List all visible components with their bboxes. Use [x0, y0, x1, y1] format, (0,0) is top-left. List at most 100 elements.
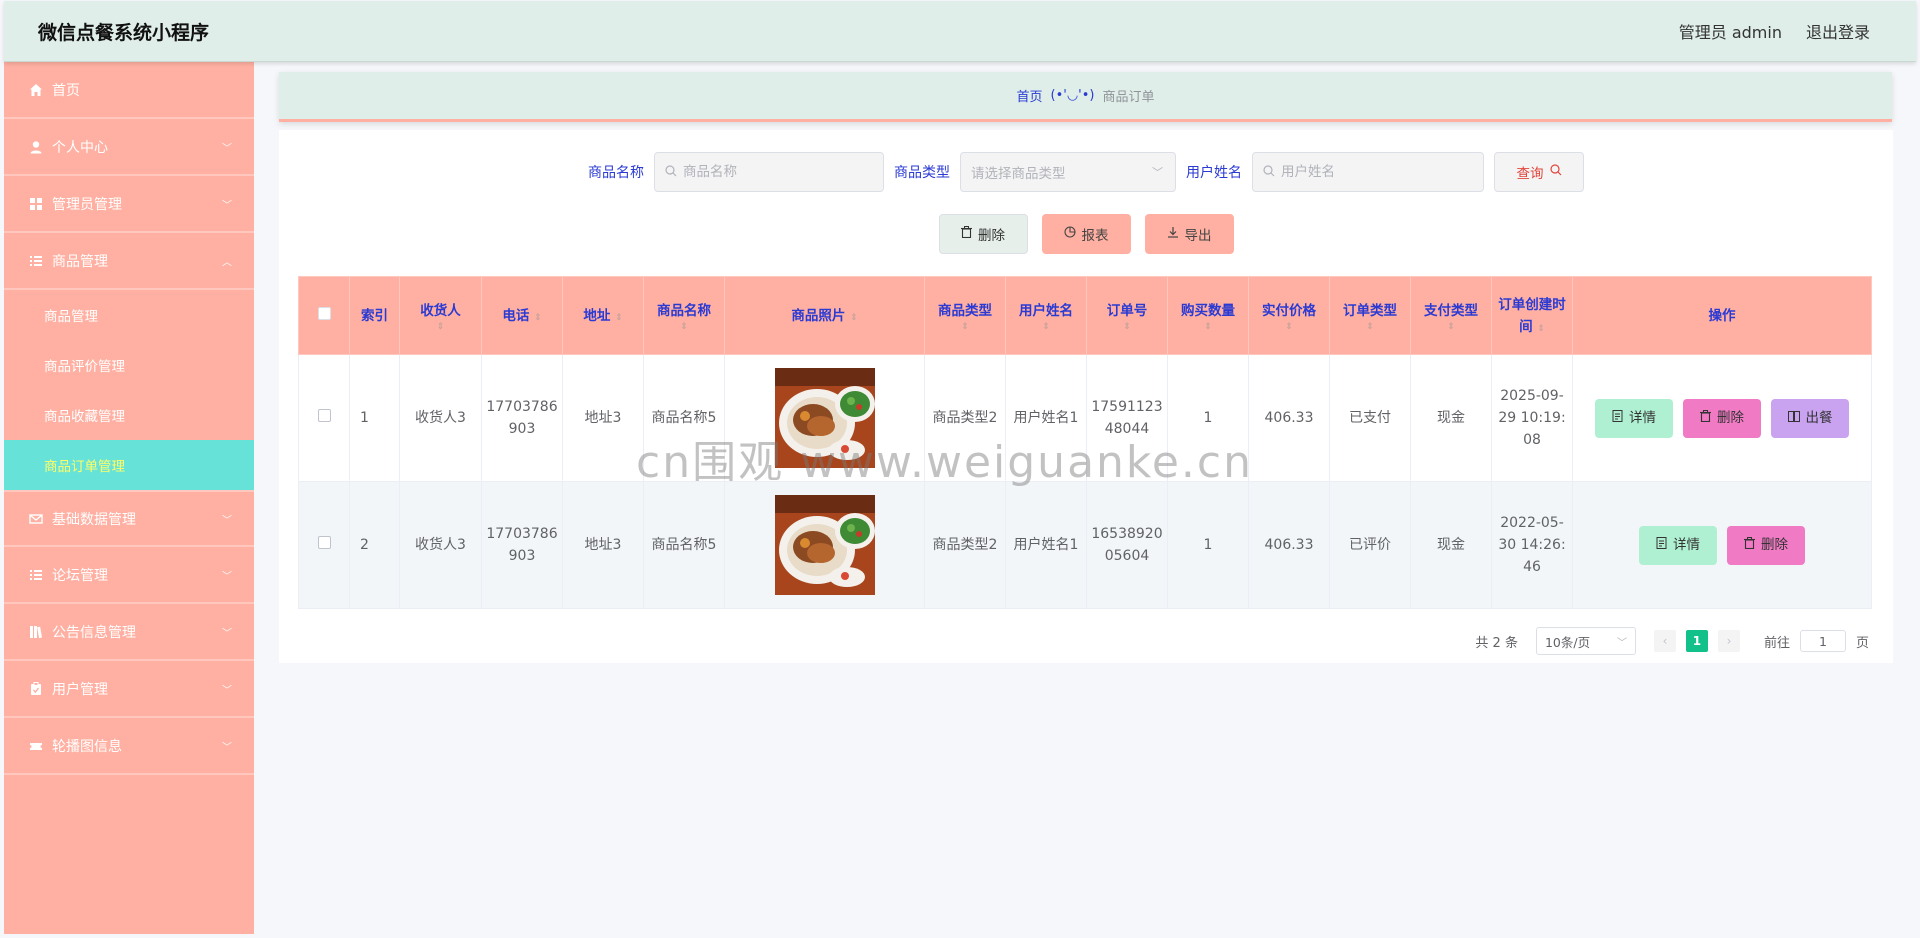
row-delete-button-label: 删除 [1761, 537, 1788, 553]
sidebar-subitem-label: 商品订单管理 [44, 459, 125, 475]
page-size-select[interactable]: 10条/页 ﹀ [1535, 627, 1636, 655]
chevron-down-icon: ﹀ [222, 571, 232, 582]
sort-icon[interactable]: ⇕ [1168, 322, 1248, 332]
sort-icon[interactable]: ⇕ [1006, 322, 1086, 332]
cell-index: 1 [349, 354, 400, 482]
row-delete-button[interactable]: 删除 [1727, 525, 1805, 565]
sidebar-subitem-product-orders[interactable]: 商品订单管理 [4, 440, 254, 490]
top-header: 微信点餐系统小程序 管理员 admin 退出登录 [4, 1, 1916, 62]
sort-icon[interactable]: ⇕ [534, 313, 542, 323]
sidebar-item-label: 管理员管理 [52, 196, 122, 213]
goto-page-input[interactable]: 1 [1799, 630, 1846, 652]
detail-button-label: 详情 [1629, 410, 1656, 426]
sidebar-item-notice[interactable]: 公告信息管理 ﹀ [4, 604, 254, 661]
column-header[interactable]: 支付类型 ⇕ [1410, 276, 1492, 355]
column-header[interactable]: 电话 ⇕ [481, 276, 563, 355]
sort-icon[interactable]: ⇕ [1330, 322, 1410, 332]
export-button-label: 导出 [1184, 228, 1212, 244]
column-header[interactable]: 商品类型 ⇕ [924, 276, 1006, 355]
column-label: 商品名称 [657, 302, 711, 319]
sort-icon[interactable]: ⇕ [615, 313, 623, 323]
column-header[interactable]: 购买数量 ⇕ [1167, 276, 1249, 355]
column-label: 支付类型 [1424, 302, 1478, 319]
logout-button[interactable]: 退出登录 [1806, 19, 1870, 43]
report-button-label: 报表 [1081, 228, 1109, 244]
sort-icon[interactable]: ⇕ [400, 322, 481, 332]
sort-icon[interactable]: ⇕ [850, 313, 858, 323]
sidebar-subitem-product-favorites[interactable]: 商品收藏管理 [4, 390, 254, 440]
chevron-up-icon: ︿ [222, 257, 232, 268]
search-icon [665, 164, 677, 180]
query-button-label: 查询 [1516, 166, 1544, 182]
sort-icon[interactable]: ⇕ [1537, 324, 1545, 334]
breadcrumb-home[interactable]: 首页 [1016, 86, 1042, 105]
detail-button[interactable]: 详情 [1595, 398, 1673, 438]
user-name-input[interactable] [1281, 164, 1473, 180]
sidebar-item-admin-management[interactable]: 管理员管理 ﹀ [4, 176, 254, 233]
content-panel: 商品名称 商品类型 请选择商品类型 ﹀ 用户姓名 查询 [279, 130, 1893, 663]
serve-button[interactable]: 出餐 [1771, 398, 1849, 438]
row-checkbox[interactable] [317, 536, 331, 549]
sidebar-item-product-management[interactable]: 商品管理 ︿ [4, 233, 254, 290]
main-content: 首页 (•'◡'•) 商品订单 商品名称 商品类型 请选择商品类型 ﹀ 用户姓名 [254, 62, 1920, 938]
report-button[interactable]: 报表 [1041, 214, 1131, 254]
sidebar-item-forum[interactable]: 论坛管理 ﹀ [4, 547, 254, 604]
book-open-icon [1787, 407, 1800, 429]
query-button[interactable]: 查询 [1494, 152, 1584, 192]
column-header[interactable]: 商品照片 ⇕ [724, 276, 925, 355]
sort-icon[interactable]: ⇕ [1411, 322, 1491, 332]
sort-icon[interactable]: ⇕ [925, 322, 1005, 332]
prev-page-button[interactable]: ‹ [1653, 630, 1676, 652]
cell-order-type: 已支付 [1329, 354, 1411, 482]
page-size-value: 10条/页 [1544, 634, 1591, 650]
page-unit-label: 页 [1855, 635, 1869, 651]
column-label: 地址 [583, 307, 611, 324]
cell-receiver: 收货人3 [399, 354, 482, 482]
row-checkbox[interactable] [317, 409, 331, 422]
table-row: 2 收货人3 17703786903 地址3 商品名称5 商品类型2 用户姓名1… [298, 481, 1872, 609]
column-header[interactable]: 地址 ⇕ [562, 276, 644, 355]
product-type-select[interactable]: 请选择商品类型 ﹀ [960, 152, 1176, 192]
column-label: 电话 [502, 307, 530, 324]
cell-user-name: 用户姓名1 [1005, 354, 1087, 482]
column-label: 操作 [1708, 307, 1736, 324]
sidebar-item-basic-data[interactable]: 基础数据管理 ﹀ [4, 490, 254, 547]
column-header[interactable]: 实付价格 ⇕ [1248, 276, 1330, 355]
column-header[interactable]: 订单类型 ⇕ [1329, 276, 1411, 355]
sort-icon[interactable]: ⇕ [1249, 322, 1329, 332]
sidebar-subitem-product-management[interactable]: 商品管理 [4, 290, 254, 340]
cell-order-type: 已评价 [1329, 481, 1411, 609]
food-photo [774, 368, 875, 468]
select-all-checkbox[interactable] [317, 306, 331, 320]
sidebar-subitem-product-review[interactable]: 商品评价管理 [4, 340, 254, 390]
breadcrumb-separator: (•'◡'•) [1050, 88, 1095, 103]
cell-user-name: 用户姓名1 [1005, 481, 1087, 609]
sidebar-item-carousel[interactable]: 轮播图信息 ﹀ [4, 718, 254, 775]
cell-product-photo [724, 354, 925, 482]
sidebar-item-user-management[interactable]: 用户管理 ﹀ [4, 661, 254, 718]
sort-icon[interactable]: ⇕ [644, 322, 724, 332]
page-number-current[interactable]: 1 [1685, 630, 1708, 652]
column-header[interactable]: 商品名称 ⇕ [643, 276, 725, 355]
column-header[interactable]: 用户姓名 ⇕ [1005, 276, 1087, 355]
cell-phone: 17703786903 [481, 481, 563, 609]
delete-button[interactable]: 删除 [938, 214, 1028, 254]
export-button[interactable]: 导出 [1144, 214, 1234, 254]
sort-icon[interactable]: ⇕ [1087, 322, 1167, 332]
column-header[interactable]: 收货人 ⇕ [399, 276, 482, 355]
column-header[interactable]: 订单号 ⇕ [1086, 276, 1168, 355]
cell-order-no: 1759112348044 [1086, 354, 1168, 482]
sidebar-subitem-label: 商品评价管理 [44, 359, 125, 375]
serve-button-label: 出餐 [1805, 410, 1833, 426]
product-name-input[interactable] [683, 164, 873, 180]
search-form: 商品名称 商品类型 请选择商品类型 ﹀ 用户姓名 查询 [279, 152, 1893, 192]
next-page-button[interactable]: › [1717, 630, 1740, 652]
sidebar-item-home[interactable]: 首页 [4, 62, 254, 119]
column-header[interactable]: 订单创建时间 ⇕ [1491, 276, 1573, 355]
trash-icon [1700, 407, 1711, 429]
sidebar-item-personal-center[interactable]: 个人中心 ﹀ [4, 119, 254, 176]
detail-button[interactable]: 详情 [1639, 525, 1717, 565]
row-delete-button[interactable]: 删除 [1683, 398, 1761, 438]
pie-chart-icon [1063, 226, 1076, 242]
column-header: 操作 [1572, 276, 1872, 355]
